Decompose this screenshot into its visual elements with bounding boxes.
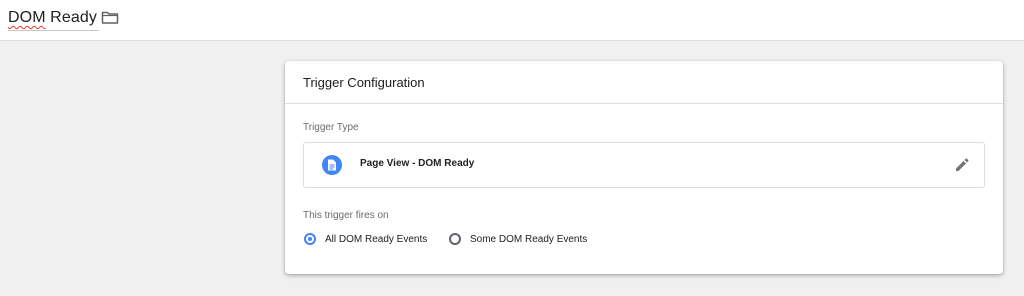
trigger-type-name: Page View - DOM Ready xyxy=(360,158,475,169)
trigger-name[interactable]: DOM Ready xyxy=(8,8,97,28)
pencil-icon[interactable] xyxy=(954,157,970,173)
trigger-type-selector[interactable]: Page View - DOM Ready xyxy=(303,142,985,188)
radio-label: Some DOM Ready Events xyxy=(470,233,588,245)
trigger-name-misspelled-word: DOM xyxy=(8,9,46,26)
radio-selected-icon[interactable] xyxy=(304,233,316,245)
card-title: Trigger Configuration xyxy=(285,61,1003,104)
trigger-name-rest: Ready xyxy=(45,9,97,26)
radio-label: All DOM Ready Events xyxy=(325,233,428,245)
trigger-configuration-card: Trigger Configuration Trigger Type Page … xyxy=(285,61,1003,274)
radio-unselected-icon[interactable] xyxy=(449,233,461,245)
document-icon xyxy=(322,155,342,175)
trigger-type-label: Trigger Type xyxy=(303,122,359,133)
fires-on-label: This trigger fires on xyxy=(303,210,389,221)
top-bar: DOM Ready xyxy=(0,0,1024,41)
folder-icon[interactable] xyxy=(101,9,119,25)
radio-some-dom-ready-events[interactable]: Some DOM Ready Events xyxy=(449,231,587,247)
radio-all-dom-ready-events[interactable]: All DOM Ready Events xyxy=(304,231,427,247)
trigger-name-field[interactable]: DOM Ready xyxy=(8,6,99,31)
